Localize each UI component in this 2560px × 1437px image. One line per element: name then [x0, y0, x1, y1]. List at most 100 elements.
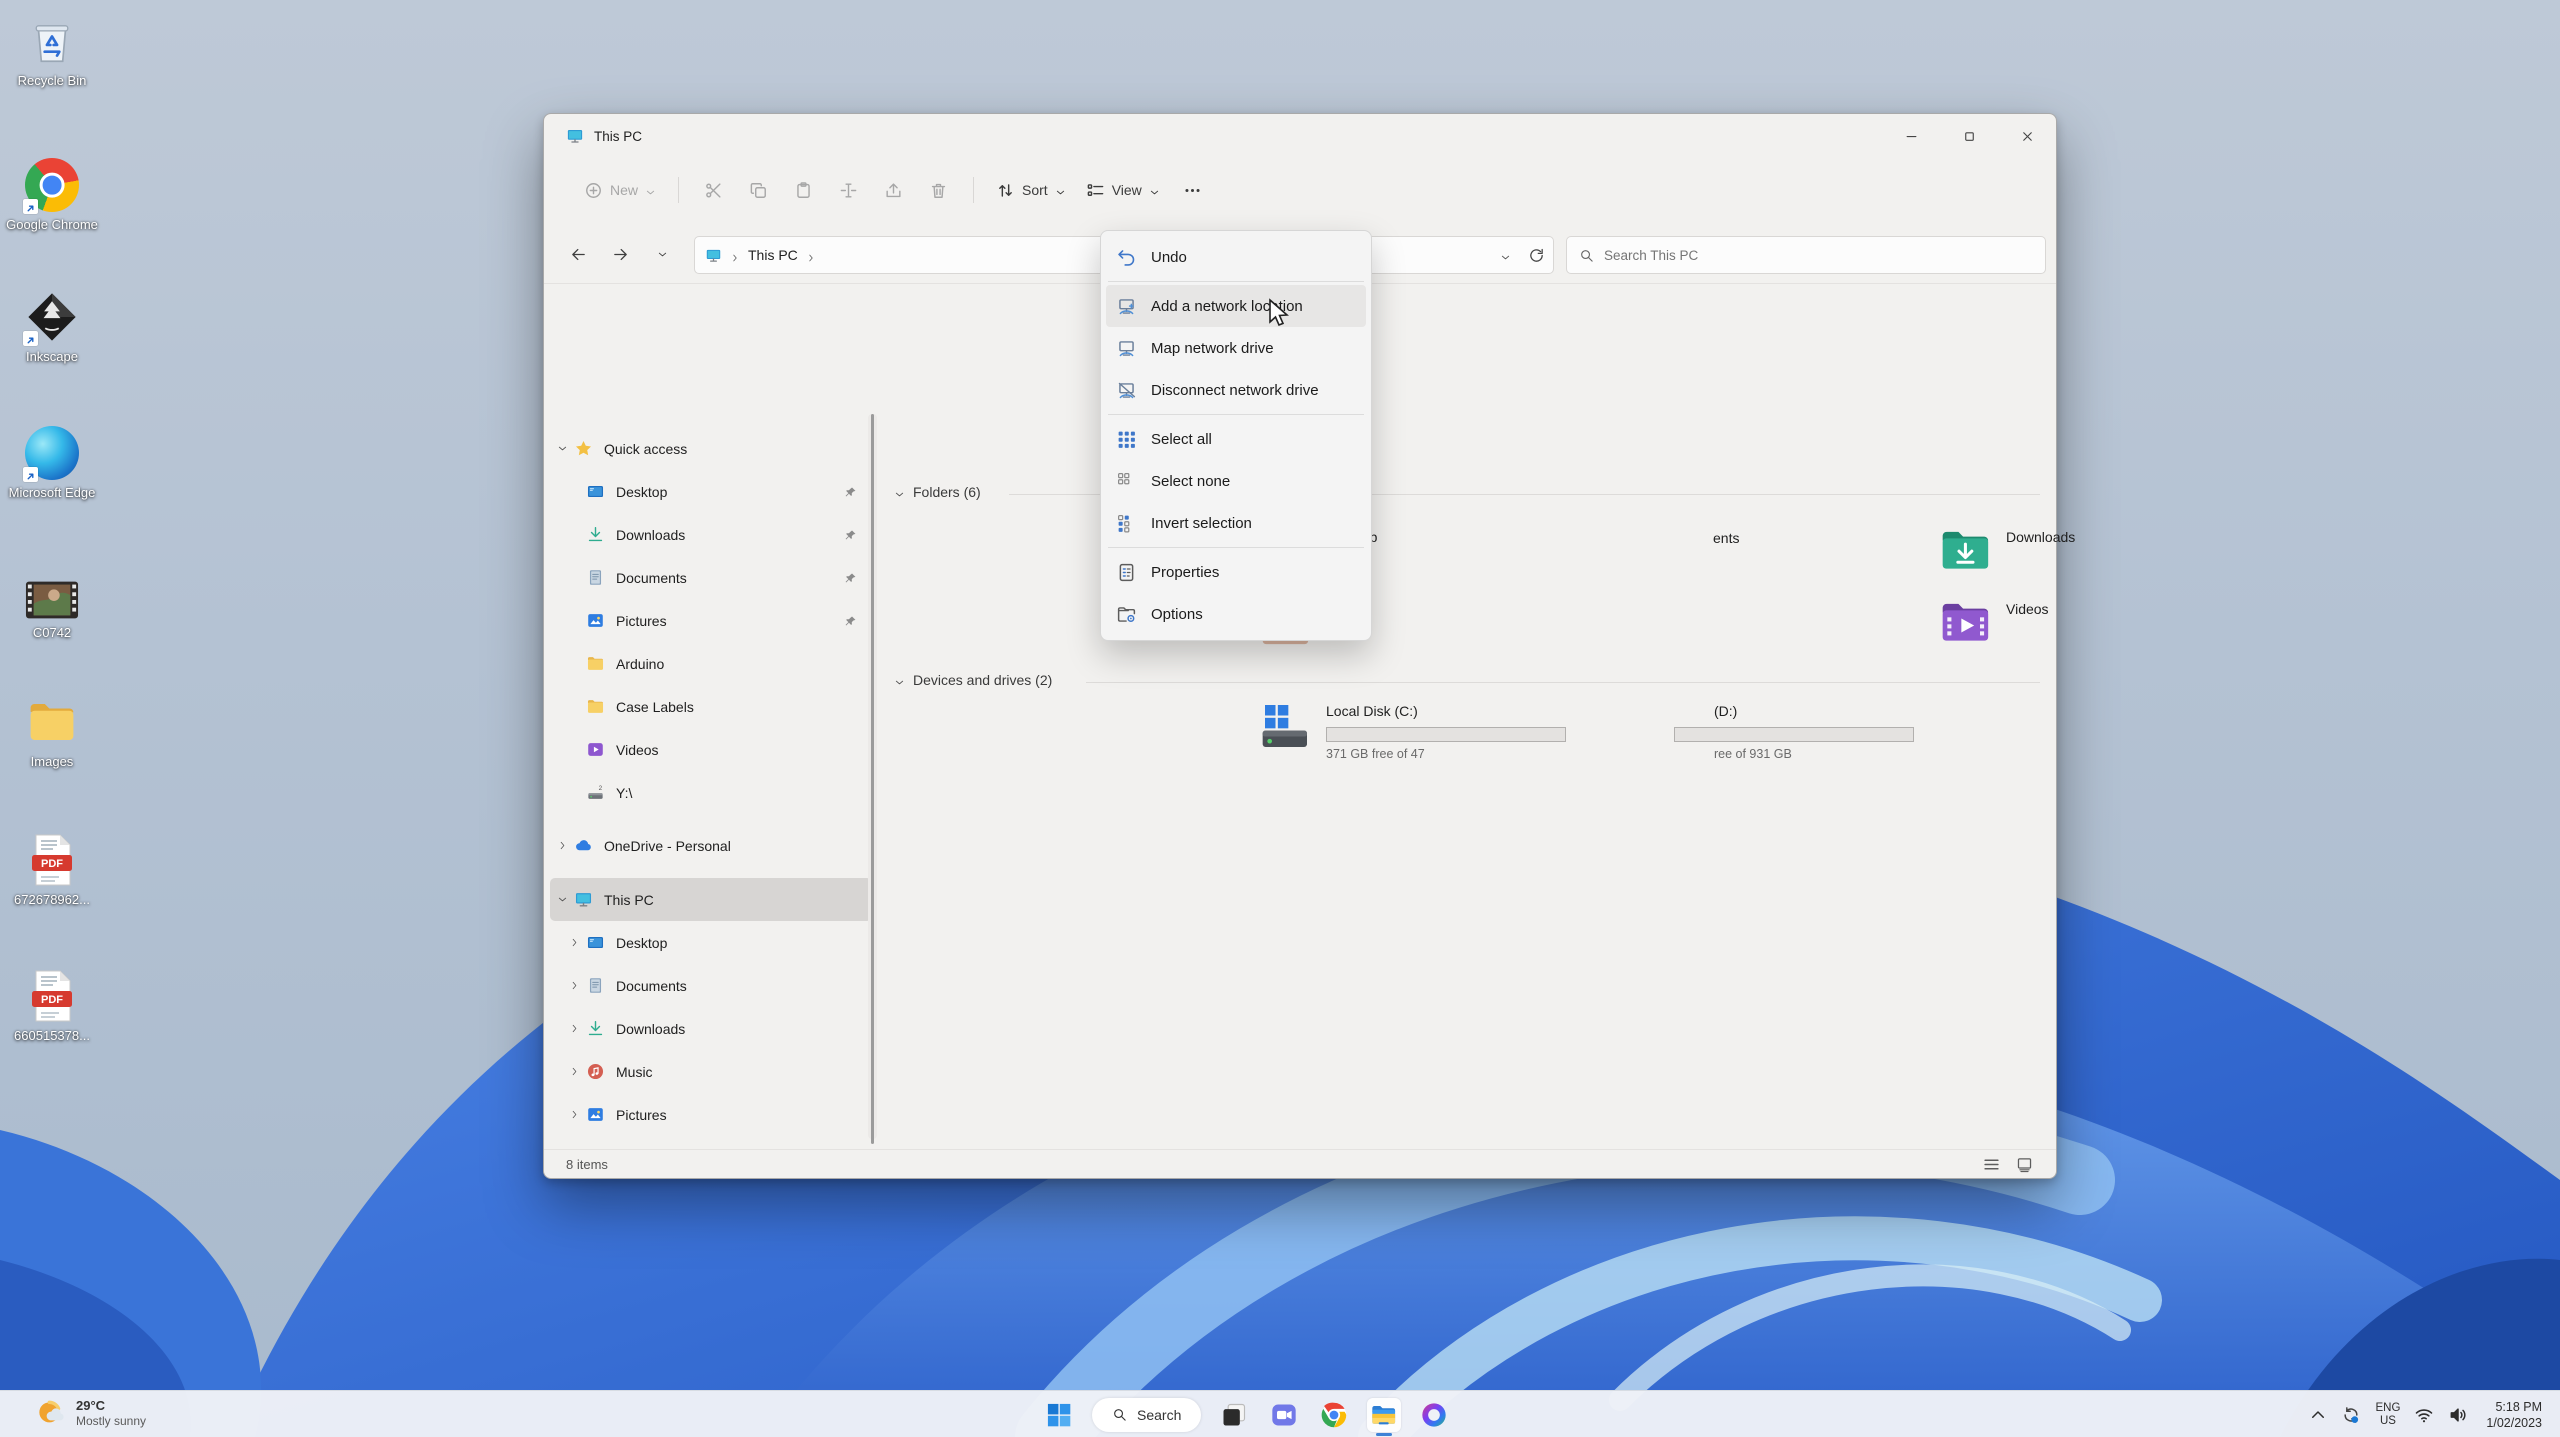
language-indicator[interactable]: ENG US [2375, 1402, 2400, 1428]
volume-icon[interactable] [2448, 1405, 2468, 1425]
menu-item-disconnect-network-drive[interactable]: Disconnect network drive [1106, 369, 1366, 411]
address-dropdown-button[interactable] [1500, 250, 1511, 261]
menu-item-undo[interactable]: Undo [1106, 236, 1366, 278]
desktop-icon-672678962[interactable]: PDF 672678962... [0, 833, 104, 907]
sidebar-item-label: Desktop [616, 934, 668, 951]
sidebar-item-desktop[interactable]: Desktop [550, 921, 872, 964]
tile-videos[interactable]: Videos [1938, 594, 2049, 650]
sidebar-item-arduino[interactable]: Arduino [550, 642, 872, 685]
new-button[interactable]: New [574, 173, 666, 208]
breadcrumb-this-pc[interactable]: This PC [748, 247, 798, 263]
view-button[interactable]: View [1076, 173, 1170, 208]
taskbar-office-app-button[interactable] [1417, 1398, 1451, 1432]
menu-item-options[interactable]: Options [1106, 593, 1366, 635]
search-input[interactable] [1604, 247, 2033, 263]
navigation-pane: Quick access Desktop Downloads Documents… [544, 284, 881, 1149]
net-disc-icon [1116, 380, 1137, 401]
search-box[interactable] [1566, 236, 2046, 274]
details-view-button[interactable] [1982, 1156, 2001, 1173]
sidebar-item-downloads[interactable]: Downloads [550, 1007, 872, 1050]
menu-item-label: Select all [1151, 430, 1212, 448]
sidebar-section-onedrive-personal[interactable]: OneDrive - Personal [550, 824, 872, 867]
devices-section-header[interactable]: Devices and drives (2) [894, 672, 1052, 688]
sidebar-item-documents[interactable]: Documents [550, 964, 872, 1007]
sort-button[interactable]: Sort [986, 173, 1076, 208]
titlebar[interactable]: This PC [544, 114, 2056, 158]
tray-overflow-chevron[interactable] [2309, 1406, 2327, 1424]
weather-widget[interactable]: 29°C Mostly sunny [34, 1397, 146, 1429]
taskbar-task-view-button[interactable] [1217, 1398, 1251, 1432]
chrome-icon [23, 158, 79, 214]
sidebar-item-pictures[interactable]: Pictures [550, 599, 872, 642]
sidebar-item-pictures[interactable]: Pictures [550, 1093, 872, 1136]
properties-icon [1116, 562, 1137, 583]
sidebar-item-videos[interactable]: Videos [550, 728, 872, 771]
refresh-button[interactable] [1528, 247, 1545, 264]
copy-button[interactable] [736, 172, 781, 209]
sync-icon[interactable] [2341, 1405, 2361, 1425]
sidebar-section-quick-access[interactable]: Quick access [550, 427, 872, 470]
desktop-icon-google-chrome[interactable]: Google Chrome [0, 158, 104, 232]
cut-button[interactable] [691, 172, 736, 209]
pin-icon [844, 485, 858, 499]
clock-time: 5:18 PM [2495, 1399, 2542, 1414]
maximize-button[interactable] [1940, 114, 1998, 158]
taskbar-search[interactable]: Search [1092, 1397, 1202, 1432]
cloud-icon [574, 836, 593, 855]
forward-button[interactable] [602, 237, 638, 273]
large-thumbnails-view-button[interactable] [2015, 1156, 2034, 1173]
downloads-icon [586, 1019, 605, 1038]
paste-button[interactable] [781, 172, 826, 209]
taskbar-explorer-button[interactable] [1367, 1397, 1402, 1432]
clock[interactable]: 5:18 PM 1/02/2023 [2486, 1399, 2542, 1431]
recent-locations-button[interactable] [644, 237, 680, 273]
sidebar-item-videos[interactable]: Videos [550, 1136, 872, 1149]
tile-downloads[interactable]: Downloads [1938, 522, 2075, 578]
menu-item-properties[interactable]: Properties [1106, 551, 1366, 593]
desktop-icon-inkscape[interactable]: Inkscape [0, 290, 104, 364]
sidebar-section-this-pc[interactable]: This PC [550, 878, 872, 921]
desktop-icon-recycle-bin[interactable]: Recycle Bin [0, 14, 104, 88]
sidebar-scrollbar[interactable] [868, 414, 877, 1144]
desktop-icon-images[interactable]: Images [0, 695, 104, 769]
folder-icon [586, 697, 605, 716]
menu-item-add-a-network-location[interactable]: Add a network location [1106, 285, 1366, 327]
new-label: New [610, 182, 639, 198]
documents-icon [586, 976, 605, 995]
tile-documents-label-fragment[interactable]: ents [1713, 530, 1739, 546]
desktop-icon-microsoft-edge[interactable]: Microsoft Edge [0, 426, 104, 500]
sort-icon [996, 181, 1015, 200]
sidebar-item-documents[interactable]: Documents [550, 556, 872, 599]
menu-item-select-all[interactable]: Select all [1106, 418, 1366, 460]
task-view-icon [1220, 1401, 1248, 1429]
back-button[interactable] [560, 237, 596, 273]
view-label: View [1111, 182, 1142, 198]
sidebar-item-y[interactable]: 2 Y:\ [550, 771, 872, 814]
minimize-button[interactable] [1882, 114, 1940, 158]
menu-item-map-network-drive[interactable]: Map network drive [1106, 327, 1366, 369]
taskbar-chrome-task-button[interactable] [1317, 1398, 1351, 1432]
svg-text:PDF: PDF [41, 994, 63, 1006]
share-button[interactable] [871, 172, 916, 209]
wifi-icon[interactable] [2414, 1405, 2434, 1425]
sidebar-item-desktop[interactable]: Desktop [550, 470, 872, 513]
desktop-icon-c0742[interactable]: C0742 [0, 572, 104, 640]
invert-selection-icon [1116, 513, 1137, 534]
sidebar-item-music[interactable]: Music [550, 1050, 872, 1093]
toolbar-separator [973, 177, 975, 203]
rename-button[interactable] [826, 172, 871, 209]
taskbar-start-button[interactable] [1042, 1398, 1076, 1432]
explorer-icon [1370, 1401, 1398, 1429]
menu-item-select-none[interactable]: Select none [1106, 460, 1366, 502]
close-button[interactable] [1998, 114, 2056, 158]
downloads-icon [586, 525, 605, 544]
delete-button[interactable] [916, 172, 961, 209]
see-more-button[interactable] [1170, 172, 1215, 209]
sidebar-item-downloads[interactable]: Downloads [550, 513, 872, 556]
desktop-icon-660515378[interactable]: PDF 660515378... [0, 969, 104, 1043]
scrollbar-thumb[interactable] [871, 414, 874, 1144]
taskbar-chat-button[interactable] [1267, 1398, 1301, 1432]
menu-item-invert-selection[interactable]: Invert selection [1106, 502, 1366, 544]
folders-section-header[interactable]: Folders (6) [894, 484, 981, 500]
sidebar-item-case-labels[interactable]: Case Labels [550, 685, 872, 728]
